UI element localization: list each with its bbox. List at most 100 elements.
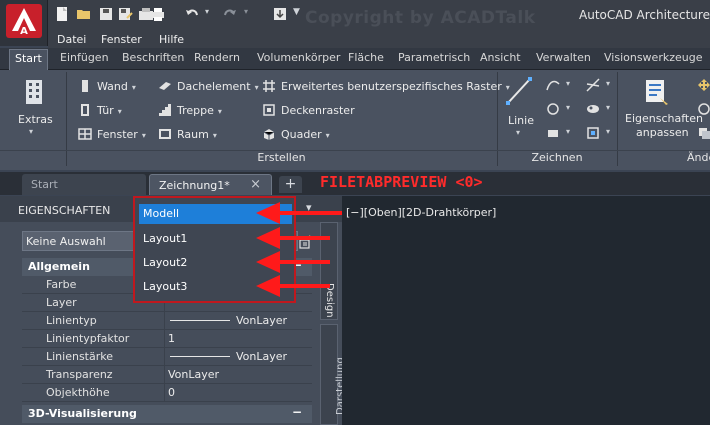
open-file-icon[interactable]	[76, 6, 92, 22]
side-tab-darstellung[interactable]: Darstellung	[320, 324, 346, 425]
share-icon[interactable]	[272, 6, 288, 22]
rectangle-icon[interactable]	[546, 126, 560, 140]
xline-dropdown-icon[interactable]: ▾	[606, 79, 610, 88]
hatch-icon[interactable]	[586, 102, 600, 116]
linetype-preview	[170, 320, 230, 321]
deckenraster-button[interactable]: Deckenraster	[281, 104, 355, 117]
properties-title: EIGENSCHAFTEN	[18, 204, 111, 217]
copy-icon[interactable]	[697, 126, 710, 140]
region-dropdown-icon[interactable]: ▾	[606, 127, 610, 136]
file-tab-start[interactable]: Start	[22, 174, 146, 195]
circle-dropdown-icon[interactable]: ▾	[566, 103, 570, 112]
treppe-button[interactable]: Treppe ▾	[177, 104, 222, 117]
column-divider	[164, 312, 165, 330]
tab-verwalten[interactable]: Verwalten	[536, 51, 591, 64]
redo-dropdown-icon[interactable]: ▾	[244, 7, 248, 16]
tab-einfuegen[interactable]: Einfügen	[60, 51, 109, 64]
customize-quick-access-icon[interactable]: ▼	[293, 7, 300, 17]
eigenschaften-anpassen-line2[interactable]: anpassen	[636, 126, 689, 139]
redo-icon[interactable]	[222, 6, 238, 22]
selection-dropdown-value: Keine Auswahl	[26, 235, 106, 248]
wand-button[interactable]: Wand ▾	[97, 80, 136, 93]
tab-visionswerkzeuge[interactable]: Visionswerkzeuge	[604, 51, 702, 64]
tab-volumenkoerper[interactable]: Volumenkörper	[257, 51, 340, 64]
ribbon-tab-bar: Start Einfügen Beschriften Rendern Volum…	[0, 48, 710, 70]
panel-label-erstellen[interactable]: Erstellen	[66, 151, 497, 167]
menu-fenster[interactable]: Fenster	[101, 33, 142, 46]
tab-beschriften[interactable]: Beschriften	[122, 51, 184, 64]
tuer-button[interactable]: Tür ▾	[97, 104, 122, 117]
application-menu-button[interactable]: A	[0, 0, 48, 46]
plus-icon: +	[284, 176, 297, 192]
window-title: AutoCAD Architecture 2017	[579, 8, 710, 22]
file-tab-drawing[interactable]: Zeichnung1* ×	[149, 174, 272, 195]
hatch-dropdown-icon[interactable]: ▾	[606, 103, 610, 112]
wall-icon	[82, 80, 88, 92]
property-row[interactable]: Linientypfaktor 1	[22, 330, 312, 348]
dachelement-button[interactable]: Dachelement ▾	[177, 80, 259, 93]
tab-flaeche[interactable]: Fläche	[348, 51, 384, 64]
extras-dropdown-icon[interactable]: ▾	[29, 127, 33, 136]
viewport-controls[interactable]: [−][Oben][2D-Drahtkörper]	[346, 206, 496, 219]
xline-icon[interactable]	[586, 78, 600, 92]
rotate-icon[interactable]	[697, 102, 710, 116]
column-divider	[164, 330, 165, 348]
ribbon-panel: Extras ▾ Wand ▾ Tür ▾ Fenster ▾ Dachelement…	[0, 70, 710, 170]
region-icon[interactable]	[586, 126, 600, 140]
box-icon	[263, 129, 275, 140]
collapse-icon[interactable]: −	[292, 405, 302, 419]
property-key: Linientyp	[46, 314, 97, 327]
menu-bar: Datei Fenster Hilfe	[48, 32, 710, 48]
polyline-dropdown-icon[interactable]: ▾	[566, 79, 570, 88]
stair-icon	[159, 104, 171, 116]
rectangle-dropdown-icon[interactable]: ▾	[566, 127, 570, 136]
linie-button[interactable]: Linie	[508, 114, 534, 127]
property-row[interactable]: Objekthöhe 0	[22, 384, 312, 402]
raster-button[interactable]: Erweitertes benutzerspezifisches Raster ▾	[281, 80, 510, 93]
quader-button[interactable]: Quader ▾	[281, 128, 330, 141]
section-3d-visualisierung[interactable]: 3D-Visualisierung −	[22, 405, 312, 423]
window-icon	[78, 128, 92, 140]
property-row[interactable]: Linientyp VonLayer	[22, 312, 312, 330]
new-file-icon[interactable]	[54, 6, 70, 22]
linie-dropdown-icon[interactable]: ▾	[516, 128, 520, 137]
drawing-canvas[interactable]: [−][Oben][2D-Drahtkörper]	[342, 196, 710, 425]
tab-start[interactable]: Start	[9, 49, 48, 70]
extras-button[interactable]: Extras	[18, 113, 53, 126]
panel-label-zeichnen[interactable]: Zeichnen	[497, 151, 617, 167]
polyline-icon[interactable]	[546, 78, 560, 92]
building-icon	[26, 80, 42, 104]
column-divider	[164, 348, 165, 366]
property-value: VonLayer	[236, 314, 288, 327]
property-row[interactable]: Transparenz VonLayer	[22, 366, 312, 384]
new-tab-button[interactable]: +	[279, 176, 302, 193]
lineweight-preview	[170, 356, 230, 357]
eigenschaften-anpassen-line1[interactable]: Eigenschaften	[625, 112, 703, 125]
autocad-logo-icon: A	[6, 4, 42, 38]
tab-ansicht[interactable]: Ansicht	[480, 51, 521, 64]
plot-icon[interactable]	[150, 6, 166, 22]
save-as-icon[interactable]	[117, 6, 133, 22]
autocad-window: A ▾ ▾ ▼ Copyright by ACADTalk AutoCAD Ar…	[0, 0, 710, 425]
menu-hilfe[interactable]: Hilfe	[159, 33, 184, 46]
raum-button[interactable]: Raum ▾	[177, 128, 217, 141]
undo-dropdown-icon[interactable]: ▾	[205, 7, 209, 16]
file-tab-drawing-label: Zeichnung1*	[159, 179, 230, 192]
save-icon[interactable]	[98, 6, 114, 22]
ceiling-grid-icon	[263, 104, 275, 116]
tab-parametrisch[interactable]: Parametrisch	[398, 51, 470, 64]
door-icon	[81, 104, 89, 116]
menu-datei[interactable]: Datei	[57, 33, 86, 46]
fenster-button[interactable]: Fenster ▾	[97, 128, 146, 141]
file-tab-start-label: Start	[31, 178, 58, 191]
property-row[interactable]: Linienstärke VonLayer	[22, 348, 312, 366]
circle-icon[interactable]	[546, 102, 560, 116]
arrowhead-icon	[256, 202, 280, 224]
tab-rendern[interactable]: Rendern	[194, 51, 240, 64]
undo-icon[interactable]	[184, 6, 200, 22]
panel-label-aendern[interactable]: Ände	[687, 151, 710, 167]
move-icon[interactable]	[697, 78, 710, 92]
arrowhead-icon	[256, 251, 280, 273]
close-tab-icon[interactable]: ×	[250, 177, 261, 192]
property-value: VonLayer	[168, 368, 220, 381]
